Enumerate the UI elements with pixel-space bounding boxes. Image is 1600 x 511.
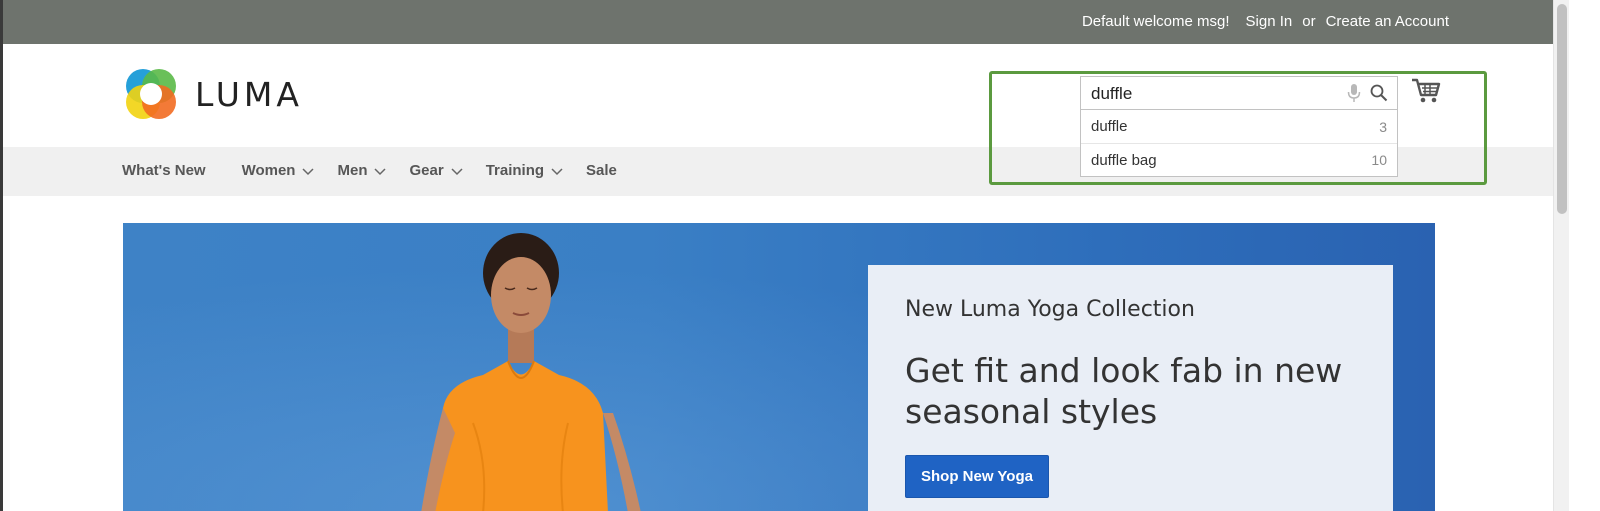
page: Default welcome msg! Sign In or Create a… <box>0 0 1600 511</box>
search-autocomplete: duffle 3 duffle bag 10 <box>1080 110 1398 177</box>
suggestion-count: 3 <box>1379 118 1387 135</box>
mic-icon[interactable] <box>1346 83 1362 103</box>
luma-logo-icon <box>126 69 176 119</box>
chevron-down-icon <box>374 167 387 175</box>
or-separator: or <box>1302 13 1316 30</box>
chevron-down-icon <box>302 167 315 175</box>
hero-card: New Luma Yoga Collection Get fit and loo… <box>868 265 1393 511</box>
nav-item-gear[interactable]: Gear <box>409 162 463 179</box>
cart-icon[interactable] <box>1411 78 1441 104</box>
top-panel: Default welcome msg! Sign In or Create a… <box>3 0 1583 44</box>
shop-new-yoga-button[interactable]: Shop New Yoga <box>905 455 1049 498</box>
suggestion-item[interactable]: duffle bag 10 <box>1081 143 1397 176</box>
nav-menu: What's New Women Men Gear Training Sale <box>122 162 639 179</box>
nav-item-label: Sale <box>586 162 617 179</box>
hero-title: Get fit and look fab in new seasonal sty… <box>905 351 1343 431</box>
suggestion-term: duffle bag <box>1091 151 1157 169</box>
search-field-wrap <box>1080 76 1398 110</box>
suggestion-item[interactable]: duffle 3 <box>1081 110 1397 143</box>
nav-item-label: Women <box>241 162 296 179</box>
nav-item-whats-new[interactable]: What's New <box>122 162 206 179</box>
nav-item-label: Training <box>485 162 545 179</box>
hero-banner[interactable]: New Luma Yoga Collection Get fit and loo… <box>123 223 1435 511</box>
window-margin <box>1569 0 1600 511</box>
welcome-message: Default welcome msg! <box>1081 13 1230 30</box>
suggestion-term: duffle <box>1091 118 1128 135</box>
vertical-scrollbar[interactable] <box>1553 0 1569 511</box>
scrollbar-thumb[interactable] <box>1557 4 1567 214</box>
nav-item-training[interactable]: Training <box>486 162 564 179</box>
suggestion-count: 10 <box>1371 152 1387 168</box>
hero-model-image <box>421 233 641 511</box>
top-links: Default welcome msg! Sign In or Create a… <box>1082 13 1449 30</box>
logo-text: LUMA <box>195 74 303 114</box>
search-block: duffle 3 duffle bag 10 <box>1080 76 1398 177</box>
chevron-down-icon <box>551 167 563 175</box>
sign-in-link[interactable]: Sign In <box>1246 13 1293 30</box>
hero-subtitle: New Luma Yoga Collection <box>905 297 1195 322</box>
nav-item-label: Gear <box>409 162 444 179</box>
nav-item-label: Men <box>337 162 368 179</box>
nav-item-label: What's New <box>122 162 206 179</box>
chevron-down-icon <box>451 167 463 175</box>
nav-item-women[interactable]: Women <box>242 162 316 179</box>
store-logo[interactable]: LUMA <box>123 66 303 122</box>
search-icon[interactable] <box>1370 84 1388 102</box>
nav-item-sale[interactable]: Sale <box>586 162 617 179</box>
nav-item-men[interactable]: Men <box>337 162 387 179</box>
create-account-link[interactable]: Create an Account <box>1326 13 1449 30</box>
